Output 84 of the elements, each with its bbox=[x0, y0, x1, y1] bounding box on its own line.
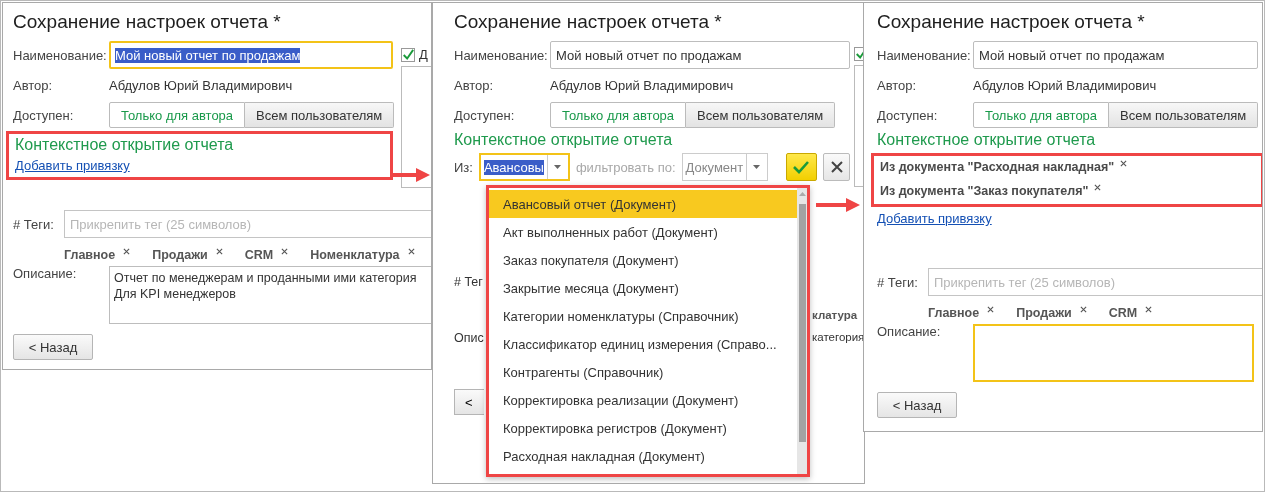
field-label: Описание: bbox=[13, 266, 78, 281]
access-option[interactable]: Только для автора bbox=[109, 102, 246, 128]
dropdown-item[interactable]: Акт выполненных работ (Документ) bbox=[489, 218, 797, 246]
tag-label: Главное bbox=[64, 248, 116, 262]
field-label: Доступен: bbox=[877, 107, 939, 123]
caret-icon bbox=[753, 165, 761, 169]
remove-icon[interactable] bbox=[987, 306, 995, 313]
window-title: Сохранение настроек отчета * bbox=[877, 11, 1146, 33]
dropdown-item[interactable]: Классификатор единиц измерения (Справо... bbox=[489, 330, 797, 358]
dropdown-item[interactable]: Заказ покупателя (Документ) bbox=[489, 246, 797, 274]
field-label: Наименование: bbox=[13, 47, 108, 63]
description-field[interactable] bbox=[973, 324, 1254, 382]
tag-label: CRM bbox=[1108, 306, 1138, 320]
author-name: Абдулов Юрий Владимирович bbox=[550, 77, 735, 93]
tag-label: Продажи bbox=[152, 248, 208, 262]
annotation-arrow bbox=[816, 198, 860, 212]
checkbox-label: Д bbox=[419, 47, 428, 62]
name-field[interactable]: Мой новый отчет по продажам bbox=[550, 41, 850, 69]
dropdown-item[interactable]: Расходная накладная (Документ) bbox=[489, 442, 797, 470]
caret-icon bbox=[554, 165, 562, 169]
field-label: # Тег bbox=[454, 275, 484, 289]
field-label: Автор: bbox=[454, 77, 495, 93]
remove-icon[interactable] bbox=[281, 248, 289, 255]
section-title: Контекстное открытие отчета bbox=[15, 136, 235, 154]
field-label: Доступен: bbox=[454, 107, 516, 123]
binding-item: Из документа "Расходная накладная" bbox=[880, 160, 1115, 174]
remove-icon[interactable] bbox=[1120, 160, 1128, 167]
close-icon bbox=[830, 161, 843, 173]
dropdown-item[interactable]: Корректировка реализации (Документ) bbox=[489, 386, 797, 414]
field-label: Наименование: bbox=[454, 47, 549, 63]
tag-label: Продажи bbox=[1016, 306, 1072, 320]
name-field[interactable]: Мой новый отчет по продажам bbox=[973, 41, 1259, 69]
from-label: Из: bbox=[454, 159, 473, 175]
window-title: Сохранение настроек отчета * bbox=[454, 11, 723, 33]
checkbox[interactable] bbox=[401, 47, 415, 62]
tag-label: Главное bbox=[928, 306, 980, 320]
tag-label: Номенклатура bbox=[310, 248, 400, 262]
cancel-button[interactable] bbox=[823, 153, 850, 181]
back-button[interactable]: < Назад bbox=[13, 334, 93, 360]
access-option[interactable]: Всем пользователям bbox=[1109, 102, 1259, 128]
dropdown-item[interactable]: Категории номенклатуры (Справочник) bbox=[489, 302, 797, 330]
add-binding-link[interactable]: Добавить привязку bbox=[15, 158, 130, 173]
dropdown-item[interactable]: Авансовый отчет (Документ) bbox=[489, 190, 797, 218]
access-option[interactable]: Всем пользователям bbox=[245, 102, 395, 128]
scrollbar[interactable] bbox=[797, 188, 807, 474]
remove-icon[interactable] bbox=[1094, 184, 1102, 191]
filter-label: фильтровать по: bbox=[575, 159, 676, 175]
field-label: # Теги: bbox=[13, 216, 55, 232]
field-label: Автор: bbox=[877, 77, 918, 93]
dropdown-item[interactable]: Корректировка регистров (Документ) bbox=[489, 414, 797, 442]
remove-icon[interactable] bbox=[1145, 306, 1153, 313]
binding-item: Из документа "Заказ покупателя" bbox=[880, 184, 1089, 198]
description-field[interactable]: Отчет по менеджерам и проданными ими категория Для KPI менеджеров bbox=[109, 266, 431, 324]
check-icon bbox=[792, 160, 811, 174]
field-label: Наименование: bbox=[877, 47, 972, 63]
access-option[interactable]: Только для автора bbox=[973, 102, 1110, 128]
tag-label: CRM bbox=[244, 248, 274, 262]
field-label: Описание: bbox=[877, 324, 942, 339]
section-title: Контекстное открытие отчета bbox=[877, 131, 1097, 149]
remove-icon[interactable] bbox=[215, 248, 223, 255]
field-label: Автор: bbox=[13, 77, 54, 93]
field-label: # Теги: bbox=[877, 274, 919, 290]
remove-icon[interactable] bbox=[123, 248, 131, 255]
dropdown-item[interactable]: Контрагенты (Справочник) bbox=[489, 358, 797, 386]
dropdown-item[interactable]: Закрытие месяца (Документ) bbox=[489, 274, 797, 302]
remove-icon[interactable] bbox=[407, 248, 415, 255]
back-button[interactable]: < bbox=[454, 389, 484, 415]
back-button[interactable]: < Назад bbox=[877, 392, 957, 418]
name-field[interactable]: Мой новый отчет по продажам bbox=[109, 41, 393, 69]
filter-combobox[interactable]: Документ bbox=[681, 153, 768, 181]
confirm-button[interactable] bbox=[785, 153, 818, 181]
section-title: Контекстное открытие отчета bbox=[454, 131, 674, 149]
tag-label: клатура bbox=[812, 309, 859, 321]
access-option[interactable]: Только для автора bbox=[550, 102, 687, 128]
field-label: Доступен: bbox=[13, 107, 75, 123]
source-combobox[interactable]: Авансовы bbox=[478, 153, 570, 181]
remove-icon[interactable] bbox=[1079, 306, 1087, 313]
field-label: Опис bbox=[454, 331, 485, 345]
description-text: категория bbox=[812, 331, 864, 343]
author-name: Абдулов Юрий Владимирович bbox=[973, 77, 1158, 93]
access-option[interactable]: Всем пользователям bbox=[686, 102, 836, 128]
window-title: Сохранение настроек отчета * bbox=[13, 11, 282, 33]
add-binding-link[interactable]: Добавить привязку bbox=[877, 211, 992, 226]
author-name: Абдулов Юрий Владимирович bbox=[109, 77, 294, 93]
